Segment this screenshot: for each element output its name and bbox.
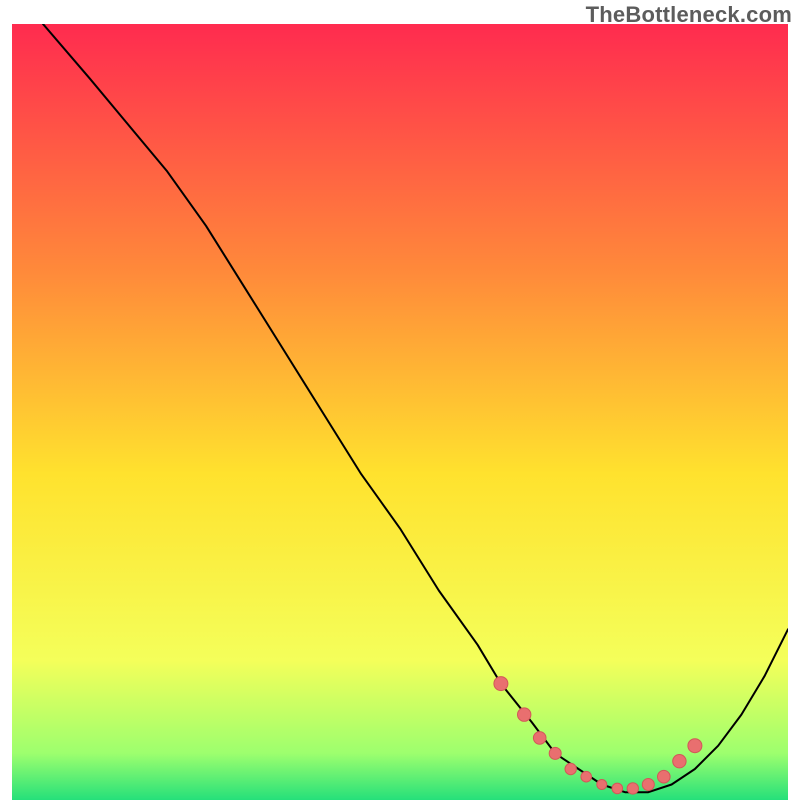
- valley-dot: [627, 783, 638, 794]
- valley-dot: [597, 780, 607, 790]
- valley-dot: [565, 763, 576, 774]
- plot-background: [12, 24, 788, 800]
- valley-dot: [673, 755, 686, 768]
- valley-dot: [533, 732, 546, 745]
- bottleneck-chart: [12, 24, 788, 800]
- valley-dot: [549, 747, 561, 759]
- valley-dot: [688, 739, 702, 753]
- valley-dot: [494, 677, 508, 691]
- valley-dot: [581, 771, 592, 782]
- valley-dot: [658, 770, 671, 783]
- valley-dot: [612, 783, 623, 794]
- valley-dot: [518, 708, 531, 721]
- valley-dot: [642, 779, 654, 791]
- chart-frame: { "watermark": "TheBottleneck.com", "col…: [0, 0, 800, 800]
